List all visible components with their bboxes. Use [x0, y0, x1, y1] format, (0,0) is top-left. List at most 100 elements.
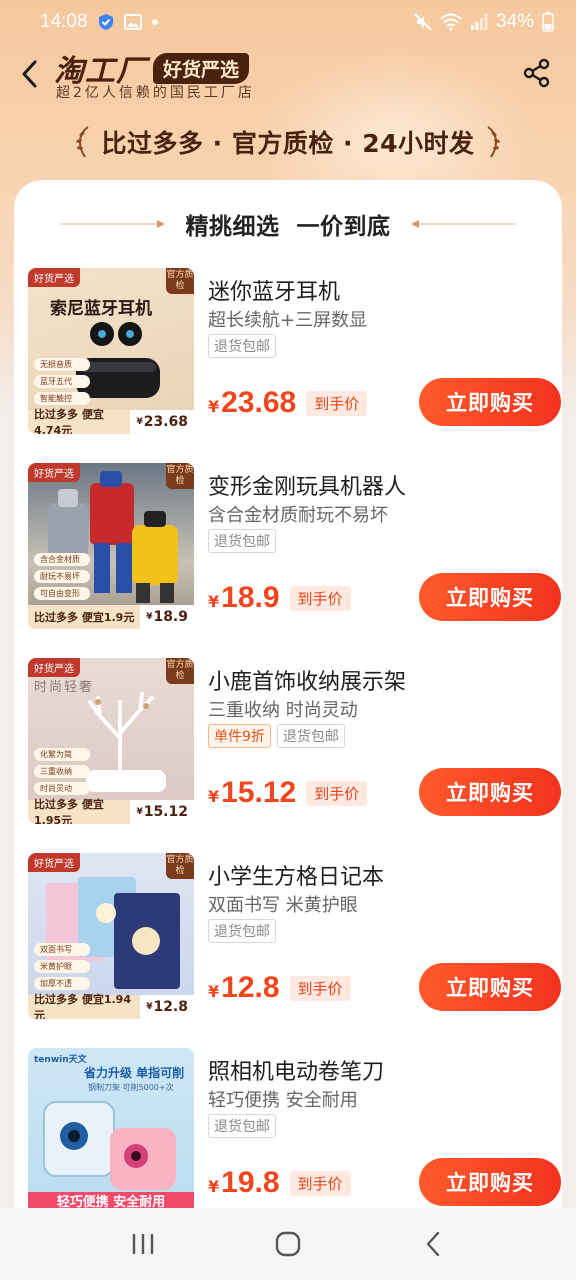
product-item[interactable]: 好货严选 官方质检 索尼蓝牙耳机 无损音质 蓝牙五代 智能触控 比过多多 便宜4…	[28, 268, 561, 438]
thumb-savings-text: 比过多多 便宜1.9元	[34, 611, 135, 624]
divider-left-icon	[61, 220, 166, 228]
product-tags: 退货包邮	[208, 919, 276, 943]
product-price: ¥ 18.9 到手价	[208, 581, 351, 615]
thumb-price-strip: 比过多多 便宜4.74元 ¥23.68	[28, 408, 194, 434]
price-label: 到手价	[289, 975, 351, 1001]
home-icon	[275, 1231, 301, 1257]
recent-apps-button[interactable]	[113, 1224, 173, 1264]
notification-dot-icon	[151, 19, 158, 25]
product-item[interactable]: 好货严选 官方质检 含合金材质 耐玩不易坏 可自由变形 比过多多 便宜1.9元 …	[28, 463, 561, 633]
buy-now-button[interactable]: 立即购买	[419, 1158, 561, 1206]
product-tags: 退货包邮	[208, 1114, 276, 1138]
sharpener-image	[43, 1101, 176, 1190]
section-header: 精挑细选 一价到底	[14, 204, 562, 244]
product-subtitle: 轻巧便携 安全耐用	[208, 1090, 358, 1111]
currency-symbol: ¥	[208, 592, 220, 611]
thumb-tag-left: 好货严选	[28, 853, 80, 872]
currency-symbol: ¥	[208, 397, 220, 416]
thumb-price-value: 18.9	[153, 609, 188, 625]
tag-free-return: 退货包邮	[208, 529, 276, 553]
price-label: 到手价	[306, 780, 368, 806]
currency-symbol: ¥	[208, 787, 220, 806]
thumb-tag-right: 官方质检	[166, 853, 194, 879]
product-tags: 单件9折 退货包邮	[208, 724, 345, 748]
tag-free-return: 退货包邮	[208, 1114, 276, 1138]
divider-right-icon	[410, 220, 515, 228]
wifi-icon	[440, 13, 462, 31]
thumb-feature: 双面书写	[34, 943, 90, 956]
thumb-price: ¥15.12	[130, 800, 194, 824]
buy-now-button[interactable]: 立即购买	[419, 378, 561, 426]
tag-free-return: 退货包邮	[208, 334, 276, 358]
buy-now-button[interactable]: 立即购买	[419, 963, 561, 1011]
product-subtitle: 双面书写 米黄护眼	[208, 895, 358, 916]
thumb-features: 含合金材质 耐玩不易坏 可自由变形	[34, 553, 90, 600]
price-value: 19.8	[221, 1166, 280, 1199]
thumb-feature: 米黄护眼	[34, 960, 90, 973]
thumb-savings-text: 比过多多 便宜4.74元	[34, 408, 104, 434]
price-value: 23.68	[221, 386, 297, 419]
thumb-currency: ¥	[136, 417, 143, 427]
share-icon	[523, 58, 550, 88]
currency-symbol: ¥	[208, 982, 220, 1001]
back-nav-button[interactable]	[403, 1224, 463, 1264]
thumb-savings-text: 比过多多 便宜1.94元	[34, 993, 131, 1019]
product-price: ¥ 15.12 到手价	[208, 776, 368, 810]
thumb-tag-right: 官方质检	[166, 268, 194, 294]
product-title[interactable]: 照相机电动卷笔刀	[208, 1054, 384, 1086]
price-label: 到手价	[289, 585, 351, 611]
laurel-left-icon	[76, 126, 90, 158]
product-item[interactable]: 好货严选 官方质检 时尚轻奢 化繁为简 三重收纳 时尚灵动 比过多多 便宜1.9…	[28, 658, 561, 828]
thumb-tag-left: 好货严选	[28, 463, 80, 482]
product-title[interactable]: 迷你蓝牙耳机	[208, 274, 340, 306]
product-thumbnail[interactable]: 好货严选 官方质检 时尚轻奢 化繁为简 三重收纳 时尚灵动 比过多多 便宜1.9…	[28, 658, 194, 824]
thumb-feature: 时尚灵动	[34, 782, 90, 795]
product-thumbnail[interactable]: tenwin天文 省力升级 单指可削 钢制刀架 可削5000+次 轻巧便携 安全…	[28, 1048, 194, 1214]
product-price: ¥ 23.68 到手价	[208, 386, 368, 420]
buy-now-button[interactable]: 立即购买	[419, 768, 561, 816]
brand-subtitle: 超2亿人信赖的国民工厂店	[56, 85, 255, 101]
thumb-tag-left: 好货严选	[28, 658, 80, 677]
price-value: 18.9	[221, 581, 280, 614]
thumb-feature: 耐玩不易坏	[34, 570, 90, 583]
chevron-left-icon	[22, 60, 37, 88]
tag-discount: 单件9折	[208, 724, 271, 748]
app-header: 淘工厂 好货严选 超2亿人信赖的国民工厂店	[0, 44, 576, 104]
thumb-feature: 无损音质	[34, 358, 90, 371]
product-subtitle: 含合金材质耐玩不易坏	[208, 505, 388, 526]
buy-now-button[interactable]: 立即购买	[419, 573, 561, 621]
product-item[interactable]: tenwin天文 省力升级 单指可削 钢制刀架 可削5000+次 轻巧便携 安全…	[28, 1048, 561, 1218]
thumb-feature: 可自由变形	[34, 587, 90, 600]
product-item[interactable]: 好货严选 官方质检 双面书写 米黄护眼 加厚不透 比过多多 便宜1.94元 ¥1…	[28, 853, 561, 1023]
price-value: 12.8	[221, 971, 280, 1004]
product-price: ¥ 12.8 到手价	[208, 971, 351, 1005]
tag-free-return: 退货包邮	[276, 724, 345, 748]
share-button[interactable]	[522, 58, 552, 88]
product-thumbnail[interactable]: 好货严选 官方质检 含合金材质 耐玩不易坏 可自由变形 比过多多 便宜1.9元 …	[28, 463, 194, 629]
brand-badge: 好货严选	[153, 52, 250, 84]
product-title[interactable]: 变形金刚玩具机器人	[208, 469, 406, 501]
price-label: 到手价	[289, 1170, 351, 1196]
product-price: ¥ 19.8 到手价	[208, 1166, 351, 1200]
recent-apps-icon	[132, 1234, 153, 1254]
product-subtitle: 三重收纳 时尚灵动	[208, 700, 358, 721]
product-card: 精挑细选 一价到底 好货严选 官方质检 索尼蓝牙耳机 无损音质 蓝牙五代 智能触…	[14, 180, 562, 1220]
section-title: 精挑细选 一价到底	[185, 214, 391, 240]
system-nav-bar	[0, 1208, 576, 1280]
thumb-savings-text: 比过多多 便宜1.95元	[34, 798, 104, 824]
home-button[interactable]	[258, 1224, 318, 1264]
product-thumbnail[interactable]: 好货严选 官方质检 索尼蓝牙耳机 无损音质 蓝牙五代 智能触控 比过多多 便宜4…	[28, 268, 194, 434]
slogan-banner: 比过多多 · 官方质检 · 24小时发	[0, 120, 576, 164]
thumb-feature: 三重收纳	[34, 765, 90, 778]
back-button[interactable]	[14, 56, 44, 92]
thumb-price: ¥12.8	[140, 995, 194, 1019]
status-bar: 14:08 34%	[0, 0, 576, 44]
thumb-currency: ¥	[136, 807, 143, 817]
thumb-price: ¥18.9	[140, 605, 194, 629]
thumb-tag-left: 好货严选	[28, 268, 80, 287]
product-title[interactable]: 小鹿首饰收纳展示架	[208, 664, 406, 696]
slogan-text: 比过多多 · 官方质检 · 24小时发	[101, 129, 475, 158]
thumb-currency: ¥	[146, 612, 153, 622]
product-title[interactable]: 小学生方格日记本	[208, 859, 384, 891]
product-thumbnail[interactable]: 好货严选 官方质检 双面书写 米黄护眼 加厚不透 比过多多 便宜1.94元 ¥1…	[28, 853, 194, 1019]
